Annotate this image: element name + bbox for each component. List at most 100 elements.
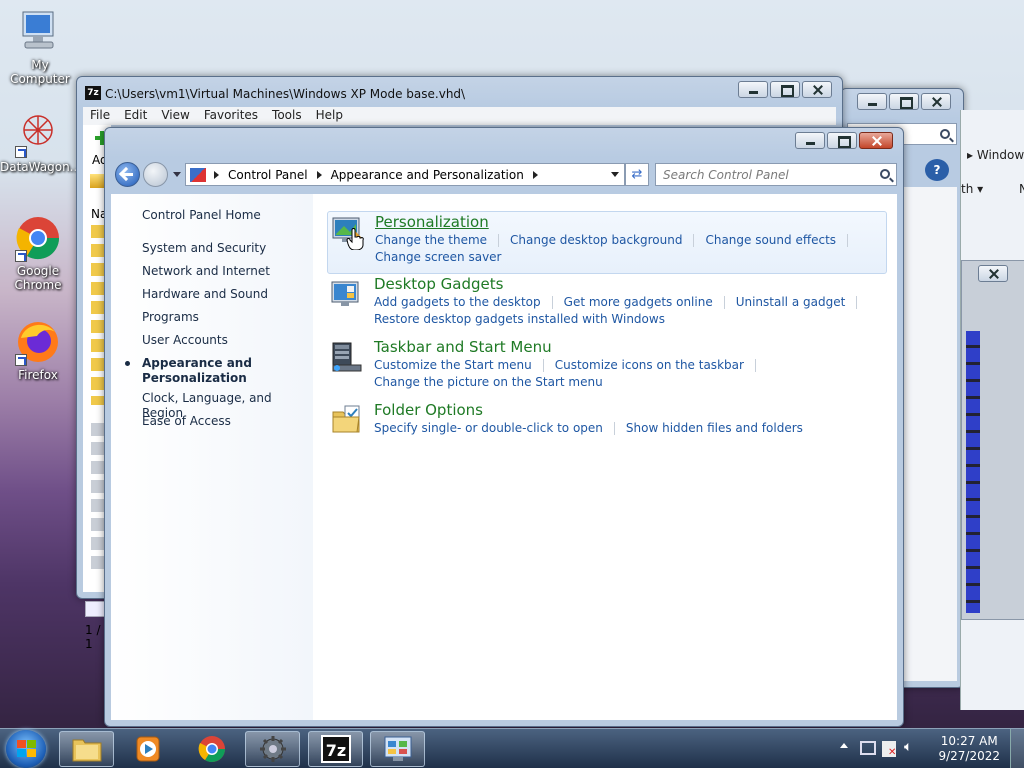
close-button[interactable] — [802, 81, 832, 98]
maximize-button[interactable] — [770, 81, 800, 98]
refresh-icon: ⇄ — [631, 167, 643, 182]
nav-hardware-sound[interactable]: Hardware and Sound — [142, 287, 268, 302]
task-link[interactable]: Specify single- or double-click to open — [374, 421, 603, 435]
nav-control-panel-home[interactable]: Control Panel Home — [142, 208, 261, 223]
task-row: Customize the Start menu Customize icons… — [374, 358, 767, 372]
breadcrumb-arrow-icon[interactable] — [532, 170, 538, 179]
chrome-icon — [197, 735, 227, 763]
close-button[interactable] — [859, 132, 893, 149]
recent-pages-dropdown[interactable] — [173, 172, 181, 177]
category-title[interactable]: Folder Options — [374, 401, 483, 419]
column-header[interactable]: N — [1019, 182, 1024, 196]
desktop-icon-firefox[interactable]: Firefox — [0, 318, 76, 382]
help-icon[interactable]: ? — [925, 159, 949, 181]
category-desktop-gadgets[interactable]: Desktop Gadgets Add gadgets to the deskt… — [327, 274, 887, 337]
up-folder-icon[interactable] — [90, 174, 104, 188]
category-title[interactable]: Desktop Gadgets — [374, 275, 503, 293]
nav-network-internet[interactable]: Network and Internet — [142, 264, 270, 279]
breadcrumb-arrow-icon[interactable] — [316, 170, 322, 179]
taskbar-icon[interactable] — [331, 341, 363, 373]
task-link[interactable]: Restore desktop gadgets installed with W… — [374, 312, 665, 326]
breadcrumb-control-panel[interactable]: Control Panel — [228, 168, 308, 182]
taskbar-7zip[interactable]: 7z — [308, 731, 363, 767]
folder-icon — [91, 225, 105, 405]
desktop-icon-chrome[interactable]: Google Chrome — [0, 214, 76, 292]
control-panel-window[interactable]: Control Panel Appearance and Personaliza… — [104, 127, 904, 727]
task-link[interactable]: Get more gadgets online — [564, 295, 713, 309]
computer-icon — [17, 8, 63, 56]
action-center-icon[interactable]: ✕ — [882, 741, 896, 758]
task-link[interactable]: Customize the Start menu — [374, 358, 532, 372]
window-controls — [738, 81, 832, 98]
minimize-button[interactable] — [795, 132, 825, 149]
task-link[interactable]: Change screen saver — [375, 250, 502, 264]
desktop-icon-datawagon[interactable]: DataWagon... — [0, 110, 81, 174]
breadcrumb-arrow-icon[interactable] — [214, 170, 219, 179]
taskbar-settings[interactable] — [245, 731, 300, 767]
task-link[interactable]: Show hidden files and folders — [626, 421, 803, 435]
menu-edit[interactable]: Edit — [117, 107, 154, 125]
task-link[interactable]: Change the picture on the Start menu — [374, 375, 603, 389]
menu-help[interactable]: Help — [309, 107, 350, 125]
task-link[interactable]: Change sound effects — [705, 233, 836, 247]
taskbar: 7z ✕ 🔈︎ 10:27 AM 9/27/2022 — [0, 728, 1024, 768]
breadcrumb-item[interactable]: Window — [977, 148, 1024, 162]
menu-tools[interactable]: Tools — [265, 107, 309, 125]
task-link[interactable]: Uninstall a gadget — [736, 295, 846, 309]
taskbar-control-panel[interactable] — [370, 731, 425, 767]
task-link[interactable]: Change the theme — [375, 233, 487, 247]
category-taskbar-start-menu[interactable]: Taskbar and Start Menu Customize the Sta… — [327, 337, 887, 400]
explorer-window-far[interactable]: ▸ Window th ▾ N — [960, 110, 1024, 710]
show-desktop-button[interactable] — [1010, 729, 1024, 768]
nav-programs[interactable]: Programs — [142, 310, 199, 325]
task-row: Specify single- or double-click to open … — [374, 421, 803, 435]
personalization-icon[interactable] — [332, 216, 364, 250]
close-button[interactable] — [978, 265, 1008, 282]
taskbar-explorer[interactable] — [59, 731, 114, 767]
refresh-button[interactable]: ⇄ — [625, 163, 649, 186]
nav-appearance-personalization[interactable]: Appearance and Personalization — [142, 356, 262, 386]
gadgets-icon[interactable] — [331, 278, 363, 310]
nav-ease-of-access[interactable]: Ease of Access — [142, 414, 231, 429]
task-row: Change screen saver — [375, 250, 502, 264]
search-icon[interactable] — [880, 169, 890, 179]
start-button[interactable] — [6, 730, 46, 768]
nav-user-accounts[interactable]: User Accounts — [142, 333, 228, 348]
taskbar-media-player[interactable] — [120, 731, 175, 767]
task-link[interactable]: Customize icons on the taskbar — [555, 358, 744, 372]
minimize-button[interactable] — [857, 93, 887, 110]
category-title[interactable]: Taskbar and Start Menu — [374, 338, 552, 356]
menu-file[interactable]: File — [83, 107, 117, 125]
close-button[interactable] — [921, 93, 951, 110]
inner-window[interactable] — [961, 260, 1024, 620]
taskbar-chrome[interactable] — [184, 731, 239, 767]
separator — [856, 296, 858, 309]
desktop-icon-my-computer[interactable]: My Computer — [2, 8, 78, 86]
toolbar-item[interactable]: th ▾ — [961, 182, 983, 196]
task-link[interactable]: Add gadgets to the desktop — [374, 295, 541, 309]
breadcrumb-appearance[interactable]: Appearance and Personalization — [331, 168, 524, 182]
forward-button[interactable] — [143, 162, 168, 187]
minimize-button[interactable] — [738, 81, 768, 98]
clock[interactable]: 10:27 AM 9/27/2022 — [938, 734, 1000, 764]
address-dropdown-icon[interactable] — [611, 172, 619, 177]
category-personalization[interactable]: Personalization Change the theme Change … — [327, 211, 887, 274]
back-button[interactable] — [115, 162, 140, 187]
show-hidden-icons-button[interactable] — [840, 743, 848, 748]
folder-options-icon[interactable] — [331, 404, 363, 436]
maximize-button[interactable] — [889, 93, 919, 110]
category-title[interactable]: Personalization — [375, 213, 489, 231]
search-input[interactable] — [656, 164, 868, 185]
folder-icon — [72, 735, 102, 763]
volume-icon[interactable]: 🔈︎ — [904, 739, 912, 755]
nav-system-security[interactable]: System and Security — [142, 241, 266, 256]
maximize-button[interactable] — [827, 132, 857, 149]
network-icon[interactable] — [860, 741, 876, 755]
menu-view[interactable]: View — [154, 107, 196, 125]
menu-favorites[interactable]: Favorites — [197, 107, 265, 125]
separator — [542, 359, 544, 372]
task-row: Change the picture on the Start menu — [374, 375, 603, 389]
address-bar[interactable]: Control Panel Appearance and Personaliza… — [185, 163, 625, 186]
task-link[interactable]: Change desktop background — [510, 233, 682, 247]
category-folder-options[interactable]: Folder Options Specify single- or double… — [327, 400, 887, 446]
